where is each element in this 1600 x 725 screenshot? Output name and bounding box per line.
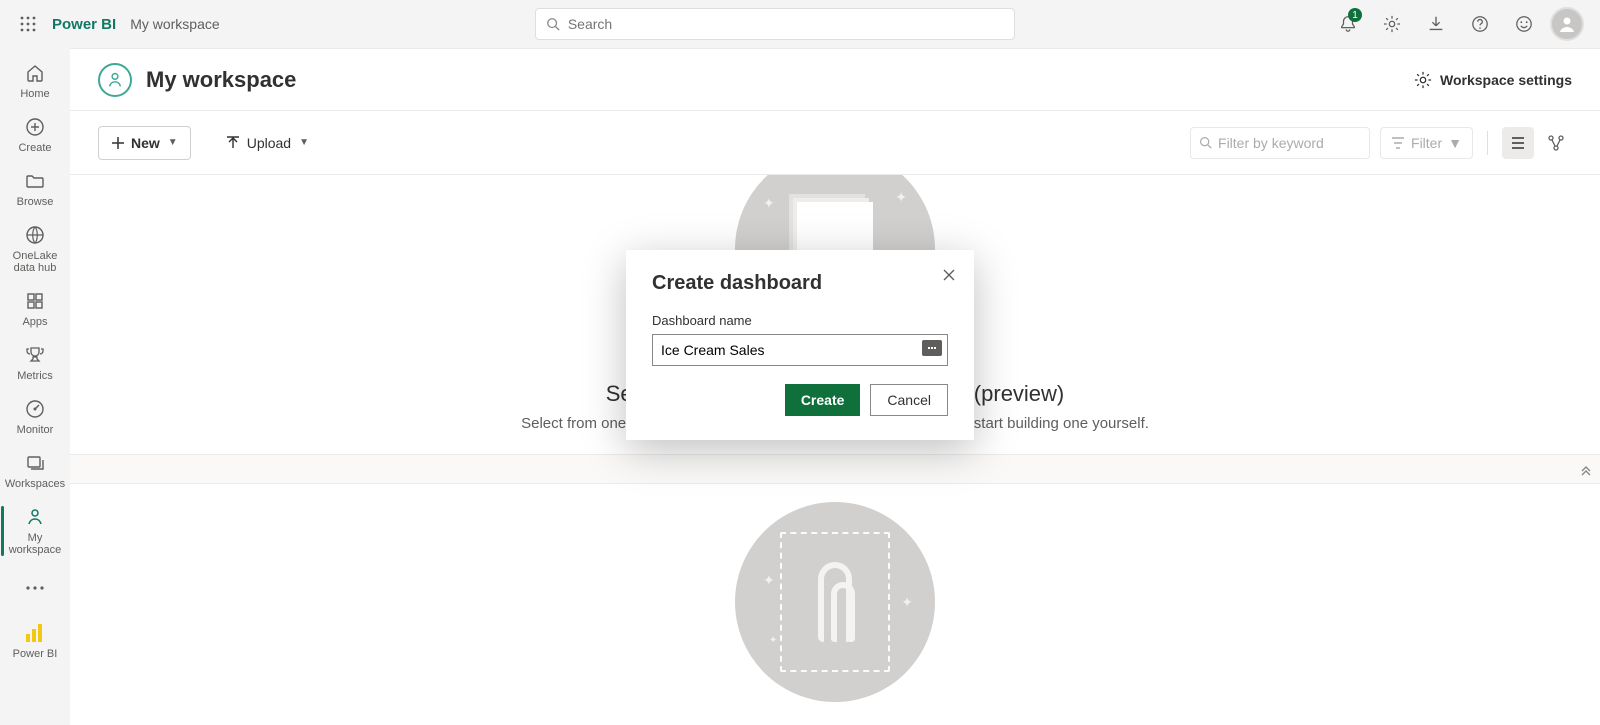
- person-icon: [1557, 14, 1577, 34]
- filter-button-label: Filter: [1411, 135, 1442, 151]
- nav-monitor[interactable]: Monitor: [1, 390, 69, 444]
- workspace-person-icon: [98, 63, 132, 97]
- feedback-button[interactable]: [1506, 6, 1542, 42]
- help-button[interactable]: [1462, 6, 1498, 42]
- filter-placeholder-text: Filter by keyword: [1218, 135, 1324, 151]
- nav-powerbi[interactable]: Power BI: [1, 614, 69, 668]
- empty-state-heading: Select a built-in sample to get started …: [606, 381, 1065, 407]
- folder-icon: [25, 170, 45, 192]
- stack-icon: [25, 452, 45, 474]
- toolbar-divider: [1487, 131, 1488, 155]
- filter-keyword-input[interactable]: Filter by keyword: [1190, 127, 1370, 159]
- workspace-settings-button[interactable]: Workspace settings: [1414, 71, 1572, 89]
- nav-label: Apps: [22, 316, 47, 328]
- nav-apps[interactable]: Apps: [1, 282, 69, 336]
- sparkle-icon: ✦: [763, 572, 775, 589]
- powerbi-icon: [26, 622, 44, 644]
- nav-label: OneLake data hub: [3, 250, 67, 274]
- workspace-settings-label: Workspace settings: [1440, 72, 1572, 88]
- nav-label: Power BI: [13, 648, 58, 660]
- gear-icon: [1414, 71, 1432, 89]
- plus-icon: [111, 136, 125, 150]
- apps-icon: [25, 290, 45, 312]
- nav-label: Browse: [17, 196, 54, 208]
- global-search[interactable]: [535, 8, 1015, 40]
- new-button[interactable]: New ▼: [98, 126, 191, 160]
- lineage-icon: [1547, 134, 1565, 152]
- collapse-button[interactable]: [1578, 461, 1594, 477]
- sparkle-icon: ✦: [769, 635, 777, 646]
- sparkle-icon: ✦: [763, 195, 775, 212]
- nav-browse[interactable]: Browse: [1, 162, 69, 216]
- app-launcher-button[interactable]: [8, 16, 48, 32]
- user-avatar[interactable]: [1550, 7, 1584, 41]
- plus-circle-icon: [25, 116, 45, 138]
- nav-home[interactable]: Home: [1, 54, 69, 108]
- top-bar: Power BI My workspace 1: [0, 0, 1600, 48]
- workspace-header: My workspace Workspace settings: [70, 49, 1600, 111]
- nav-workspaces[interactable]: Workspaces: [1, 444, 69, 498]
- nav-more-button[interactable]: [1, 568, 69, 608]
- empty-state-subheading: Select from one of the built-in samples …: [521, 415, 1149, 432]
- workspace-title: My workspace: [146, 67, 1414, 93]
- download-icon: [1427, 15, 1445, 33]
- chevron-down-icon: ▼: [168, 137, 178, 148]
- nav-onelake[interactable]: OneLake data hub: [1, 216, 69, 282]
- filter-icon: [1391, 136, 1405, 150]
- waffle-icon: [20, 16, 36, 32]
- globe-icon: [25, 224, 45, 246]
- upload-button[interactable]: Upload ▼: [213, 126, 321, 160]
- help-icon: [1471, 15, 1489, 33]
- chevron-double-up-icon: [1578, 461, 1594, 477]
- sparkle-icon: ✦: [895, 189, 907, 206]
- notifications-button[interactable]: 1: [1330, 6, 1366, 42]
- nav-label: Create: [18, 142, 51, 154]
- nav-metrics[interactable]: Metrics: [1, 336, 69, 390]
- section-divider: [70, 454, 1600, 484]
- nav-create[interactable]: Create: [1, 108, 69, 162]
- trophy-icon: [25, 344, 45, 366]
- nav-label: Metrics: [17, 370, 52, 382]
- upload-icon: [225, 135, 241, 151]
- smiley-icon: [1515, 15, 1533, 33]
- settings-button[interactable]: [1374, 6, 1410, 42]
- new-button-label: New: [131, 135, 160, 151]
- gear-icon: [1383, 15, 1401, 33]
- empty-sample-illustration: ✦ ✦ ✦: [735, 175, 935, 349]
- list-view-button[interactable]: [1502, 127, 1534, 159]
- left-nav-rail: Home Create Browse OneLake data hub Apps…: [0, 48, 70, 725]
- nav-label: Monitor: [17, 424, 54, 436]
- workspace-toolbar: New ▼ Upload ▼ Filter by keyword Filter …: [70, 111, 1600, 175]
- empty-add-illustration: ✦ ✦ ✦: [735, 502, 935, 702]
- paper-icon: [797, 202, 873, 296]
- upload-button-label: Upload: [247, 135, 291, 151]
- list-icon: [1510, 135, 1526, 151]
- nav-label: My workspace: [3, 532, 67, 556]
- search-icon: [546, 17, 560, 31]
- home-icon: [25, 62, 45, 84]
- notification-badge: 1: [1348, 8, 1362, 22]
- brand-label[interactable]: Power BI: [52, 16, 116, 33]
- content-area: ✦ ✦ ✦ Select a built-in sample to get st…: [70, 175, 1600, 725]
- clip-frame-icon: [780, 532, 890, 672]
- more-icon: [26, 586, 44, 590]
- nav-my-workspace[interactable]: My workspace: [1, 498, 69, 564]
- lineage-view-button[interactable]: [1540, 127, 1572, 159]
- sparkle-icon: ✦: [769, 282, 777, 293]
- global-search-input[interactable]: [568, 16, 1004, 32]
- nav-label: Workspaces: [5, 478, 65, 490]
- breadcrumb[interactable]: My workspace: [130, 16, 219, 32]
- search-icon: [1199, 136, 1212, 149]
- chevron-down-icon: ▼: [299, 137, 309, 148]
- nav-label: Home: [20, 88, 49, 100]
- filter-button[interactable]: Filter ▼: [1380, 127, 1473, 159]
- gauge-icon: [25, 398, 45, 420]
- main-area: My workspace Workspace settings New ▼ Up…: [70, 48, 1600, 725]
- paperclip-icon: [818, 562, 852, 642]
- download-button[interactable]: [1418, 6, 1454, 42]
- person-icon: [25, 506, 45, 528]
- chevron-down-icon: ▼: [1448, 135, 1462, 151]
- sparkle-icon: ✦: [901, 594, 913, 611]
